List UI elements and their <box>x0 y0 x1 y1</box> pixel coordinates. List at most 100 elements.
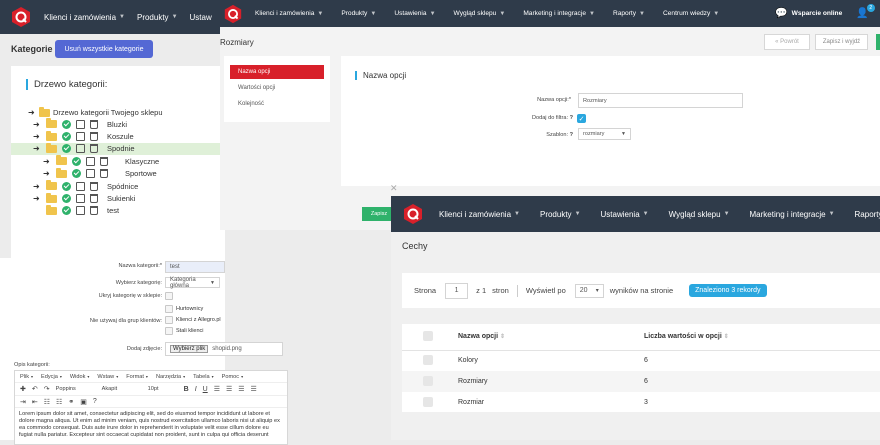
nav-item[interactable]: Raporty▼ <box>855 210 880 219</box>
editor-menu-item[interactable]: Pomoc <box>222 374 239 380</box>
nav-item[interactable]: Ustawienia ▼ <box>601 210 649 219</box>
nav-item[interactable]: Raporty▼ <box>613 10 645 17</box>
editor-menu-item[interactable]: Edycja <box>41 374 58 380</box>
add-icon[interactable]: ✚ <box>20 385 26 393</box>
option-name-input[interactable]: Rozmiary <box>578 93 743 108</box>
expand-arrow-icon[interactable]: ➜ <box>33 182 41 191</box>
row-checkbox[interactable] <box>423 354 433 365</box>
nav-item[interactable]: Marketing i integracje ▼ <box>750 210 835 219</box>
editor-menu-item[interactable]: Plik <box>20 374 29 380</box>
edit-icon[interactable] <box>76 194 85 204</box>
column-header-count[interactable]: Liczba wartości w opcji ⇕ <box>644 324 880 350</box>
visible-check-icon[interactable] <box>72 169 81 179</box>
edit-icon[interactable] <box>86 169 95 179</box>
tree-row[interactable]: ➜ Koszule <box>11 130 225 142</box>
column-header-name[interactable]: Nazwa opcji ⇕ <box>458 324 644 350</box>
expand-arrow-icon[interactable]: ➜ <box>33 132 41 141</box>
nav-item[interactable]: Marketing i integracje ▼ <box>523 10 595 17</box>
expand-arrow-icon[interactable]: ➜ <box>33 144 41 153</box>
tree-item-label[interactable]: Bluzki <box>107 120 127 129</box>
trash-icon[interactable] <box>90 181 98 191</box>
font-size-select[interactable]: 10pt <box>148 386 178 392</box>
outdent-icon[interactable]: ⇤ <box>32 398 38 406</box>
align-center-icon[interactable]: ☰ <box>226 385 232 393</box>
nav-item[interactable]: Produkty ▼ <box>540 210 581 219</box>
nav-item-products[interactable]: Produkty ▼ <box>137 13 178 22</box>
edit-icon[interactable] <box>76 181 85 191</box>
editor-menu-item[interactable]: Wstaw <box>97 374 114 380</box>
shop-logo-icon[interactable] <box>223 4 243 24</box>
group-option[interactable]: Klienci z Allegro.pl <box>165 316 221 324</box>
file-input[interactable]: Wybierz plik shopid.png <box>165 342 283 356</box>
bullet-list-icon[interactable]: ☷ <box>44 398 50 406</box>
delete-all-categories-button[interactable]: Usuń wszystkie kategorie <box>55 40 153 58</box>
edit-icon[interactable] <box>76 144 85 154</box>
visible-check-icon[interactable] <box>72 156 81 166</box>
tree-row[interactable]: ➜ Sukienki <box>11 192 225 204</box>
align-right-icon[interactable]: ☰ <box>238 385 244 393</box>
table-row[interactable]: Kolory 6 <box>402 350 880 371</box>
nav-item-settings[interactable]: Ustaw <box>190 13 212 22</box>
save-exit-button[interactable]: Zapisz i wyjdź <box>815 34 868 50</box>
nav-item[interactable]: Ustawienia ▼ <box>394 10 435 17</box>
expand-arrow-icon[interactable]: ➜ <box>43 169 51 178</box>
tab-item[interactable]: Wartości opcji <box>230 81 324 95</box>
support-link[interactable]: 💬 Wsparcie online <box>775 8 842 19</box>
edit-icon[interactable] <box>76 132 85 142</box>
editor-menu-item[interactable]: Narzędzia <box>156 374 181 380</box>
nav-item[interactable]: Wygląd sklepu ▼ <box>669 210 730 219</box>
shop-logo-icon[interactable] <box>10 6 32 28</box>
trash-icon[interactable] <box>90 194 98 204</box>
sort-icon[interactable]: ⇕ <box>500 334 505 340</box>
visible-check-icon[interactable] <box>62 181 71 191</box>
tree-item-label[interactable]: test <box>107 206 119 215</box>
visible-check-icon[interactable] <box>62 194 71 204</box>
sort-icon[interactable]: ⇕ <box>724 334 729 340</box>
group-option[interactable]: Stali klienci <box>165 327 204 335</box>
table-row[interactable]: Rozmiar 3 <box>402 392 880 413</box>
tree-row[interactable]: ➜ Sportowe <box>11 167 225 180</box>
trash-icon[interactable] <box>90 119 98 129</box>
nav-item[interactable]: Klienci i zamówienia ▼ <box>255 10 323 17</box>
tab-item[interactable]: Kolejność <box>230 97 324 111</box>
row-checkbox[interactable] <box>423 396 433 407</box>
row-checkbox[interactable] <box>423 375 433 386</box>
trash-icon[interactable] <box>100 156 108 166</box>
redo-icon[interactable]: ↷ <box>44 385 50 393</box>
back-button[interactable]: « Powrót <box>764 34 810 50</box>
expand-arrow-icon[interactable]: ➜ <box>33 194 41 203</box>
save-edge-button[interactable] <box>876 34 880 50</box>
tree-item-label[interactable]: Klasyczne <box>125 157 159 166</box>
nav-item[interactable]: Centrum wiedzy ▼ <box>663 10 719 17</box>
tab-item[interactable]: Nazwa opcji <box>230 65 324 79</box>
tree-row[interactable]: ➜ Klasyczne <box>11 155 225 167</box>
tree-row[interactable]: test <box>11 204 225 217</box>
visible-check-icon[interactable] <box>62 132 71 142</box>
visible-check-icon[interactable] <box>62 144 71 154</box>
link-icon[interactable]: ⚭ <box>68 398 74 406</box>
add-filter-checkbox[interactable]: ✓ <box>577 114 586 123</box>
category-name-input[interactable]: test <box>165 261 225 273</box>
edit-icon[interactable] <box>76 206 85 216</box>
editor-content[interactable]: Lorem ipsum dolor sit amet, consectetur … <box>15 408 287 440</box>
numbered-list-icon[interactable]: ☷ <box>56 398 62 406</box>
page-input[interactable]: 1 <box>445 282 469 299</box>
tree-item-label[interactable]: Sukienki <box>107 194 135 203</box>
align-justify-icon[interactable]: ☰ <box>251 385 257 393</box>
trash-icon[interactable] <box>100 169 108 179</box>
trash-icon[interactable] <box>90 144 98 154</box>
collapse-arrow-icon[interactable]: ➜ <box>28 108 36 117</box>
select-all-checkbox[interactable] <box>423 330 433 341</box>
category-select[interactable]: Kategoria główna ▼ <box>165 277 220 289</box>
table-row[interactable]: Rozmiary 6 <box>402 371 880 392</box>
bold-icon[interactable]: B <box>184 386 189 393</box>
tree-item-label[interactable]: Spódnice <box>107 182 138 191</box>
users-icon[interactable]: 👤 2 <box>856 4 875 19</box>
help-icon[interactable]: ? <box>93 398 97 405</box>
tree-item-label[interactable]: Koszule <box>107 132 134 141</box>
per-page-select[interactable]: 20 ▾ <box>574 283 604 298</box>
editor-menu-item[interactable]: Tabela <box>193 374 209 380</box>
editor-menu-item[interactable]: Format <box>126 374 144 380</box>
align-left-icon[interactable]: ☰ <box>214 385 220 393</box>
trash-icon[interactable] <box>90 132 98 142</box>
